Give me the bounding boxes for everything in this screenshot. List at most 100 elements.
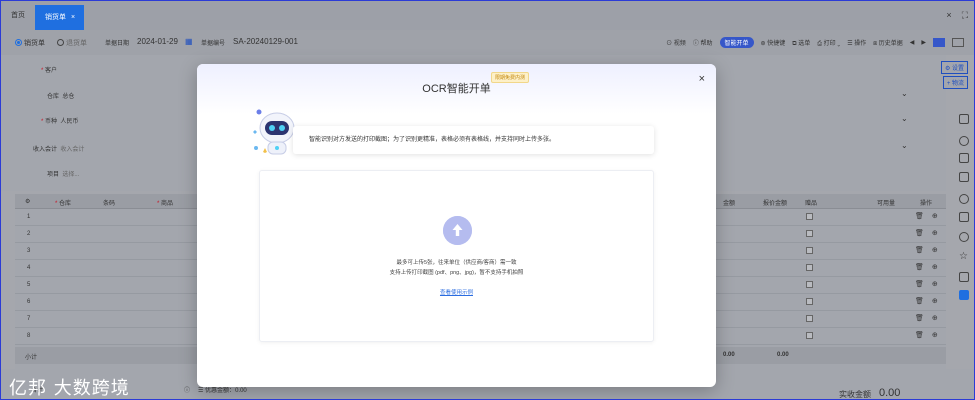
row-actions[interactable]: 🗑 ⊕ (915, 246, 941, 254)
warehouse-chevron-icon[interactable]: ⌄ (901, 89, 908, 98)
row-number: 7 (27, 316, 31, 322)
gift-checkbox[interactable] (806, 332, 813, 339)
row-actions[interactable]: 🗑 ⊕ (915, 263, 941, 271)
row-number: 4 (27, 265, 31, 271)
upload-dropzone[interactable]: 最多可上传5张，往来单位（供应商/客商）需一致 支持上传打印截图 (pdf、pn… (259, 170, 654, 342)
gift-checkbox[interactable] (806, 230, 813, 237)
warehouse-label: 仓库 (47, 94, 60, 100)
currency-label: 币种 (45, 119, 58, 125)
account-field[interactable]: 收入会计 收入会计 (33, 144, 84, 153)
scan-icon[interactable] (959, 290, 969, 300)
gift-checkbox[interactable] (806, 315, 813, 322)
gift-checkbox[interactable] (806, 264, 813, 271)
star-icon[interactable]: ☆ (959, 252, 969, 262)
operation-label: 操作 (854, 41, 867, 47)
row-actions[interactable]: 🗑 ⊕ (915, 229, 941, 237)
currency-chevron-icon[interactable]: ⌄ (901, 114, 908, 123)
select-order-button[interactable]: ⧉ 选单 (792, 38, 810, 48)
shortcut-button[interactable]: ⊛ 快捷键 (761, 38, 786, 47)
tab-home[interactable]: 首页 (1, 1, 35, 30)
paid-label: 实收金额 (839, 390, 871, 399)
table-icon[interactable] (959, 212, 969, 222)
modal-close-icon[interactable]: × (699, 73, 705, 85)
help-button[interactable]: ⓘ 帮助 (693, 38, 713, 47)
upload-hint-1: 最多可上传5张，往来单位（供应商/客商）需一致 (396, 260, 517, 266)
print-button[interactable]: ⎙ 打印 ⌄ (817, 38, 840, 48)
gift-checkbox[interactable] (806, 281, 813, 288)
ocr-tip-banner: 智能识别对方发送的打印截图；为了识别更精准，表格必须有表格线，并支持同时上传多张… (293, 126, 654, 154)
row-actions[interactable]: 🗑 ⊕ (915, 314, 941, 322)
radio-return-order[interactable]: 退货单 (57, 38, 87, 48)
order-no-value: SA-20240129-001 (233, 37, 298, 46)
beta-badge: 限期免费内测 (491, 72, 530, 83)
link-icon[interactable] (959, 232, 969, 242)
header-warehouse: * 仓库 (55, 201, 72, 207)
header-settings-icon[interactable]: ⚙ (25, 198, 30, 205)
history-label: 历史单据 (878, 40, 903, 47)
header-available: 可用量 (877, 201, 896, 207)
window-expand-button[interactable]: ⛶ (962, 10, 968, 21)
doc-icon[interactable] (959, 114, 969, 124)
project-placeholder: 选择... (62, 172, 80, 178)
video-button[interactable]: ⊙ 视频 (666, 38, 686, 47)
tab-sales-order-label: 销货单 (45, 14, 66, 21)
copy-icon[interactable] (959, 172, 969, 182)
radio-off-icon (57, 39, 64, 46)
row-actions[interactable]: 🗑 ⊕ (915, 280, 941, 288)
layout-toggle-b[interactable] (952, 38, 964, 47)
currency-field[interactable]: * 币种 人民币 (41, 116, 78, 125)
help-label: 帮助 (700, 41, 713, 47)
tab-sales-order[interactable]: 销货单 × (35, 5, 84, 30)
operation-button[interactable]: ☰ 操作 (847, 38, 866, 47)
row-actions[interactable]: 🗑 ⊕ (915, 331, 941, 339)
layout-toggle-a[interactable] (933, 38, 945, 47)
order-toolbar: 销货单 退货单 单据日期 2024-01-29 ▦ 单据编号 SA-202401… (1, 30, 974, 55)
next-arrow-icon[interactable]: ▶ (921, 39, 926, 46)
discount-value: 0.00 (235, 388, 247, 394)
window-close-button[interactable]: × (946, 10, 951, 21)
shortcut-label: 快捷键 (767, 41, 786, 47)
gift-checkbox[interactable] (806, 298, 813, 305)
gift-checkbox[interactable] (806, 213, 813, 220)
currency-value: 人民币 (60, 119, 79, 125)
smart-order-button[interactable]: 智能开单 (719, 37, 754, 48)
radio-return-label: 退货单 (66, 40, 87, 47)
calendar-icon[interactable]: ▦ (185, 37, 193, 46)
account-chevron-icon[interactable]: ⌄ (901, 141, 908, 150)
subtotal-quote: 0.00 (777, 352, 789, 358)
customer-field[interactable]: * 客户 (41, 65, 57, 74)
paid-value: 0.00 (879, 387, 901, 399)
date-label: 单据日期 (105, 41, 130, 47)
calendar-icon[interactable] (959, 153, 969, 163)
project-label: 项目 (47, 172, 60, 178)
upload-icon[interactable] (443, 216, 472, 245)
customer-label: 客户 (45, 68, 58, 74)
row-actions[interactable]: 🗑 ⊕ (915, 297, 941, 305)
account-label: 收入会计 (33, 147, 58, 153)
shield-icon[interactable] (959, 136, 969, 146)
watermark-logo: 亿邦 大数跨境 (9, 378, 130, 399)
radio-on-icon (15, 39, 22, 46)
history-button[interactable]: ⧈ 历史单据 (873, 38, 903, 48)
prev-arrow-icon[interactable]: ◀ (910, 39, 915, 46)
tab-close-icon[interactable]: × (71, 14, 75, 21)
row-actions[interactable]: 🗑 ⊕ (915, 212, 941, 220)
question-icon[interactable] (959, 194, 969, 204)
row-number: 2 (27, 231, 31, 237)
row-number: 1 (27, 214, 31, 220)
header-gift: 赠品 (805, 201, 818, 207)
help-circle-icon[interactable]: ⓘ (184, 385, 190, 394)
date-value[interactable]: 2024-01-29 (137, 37, 178, 46)
video-label: 视频 (673, 41, 686, 47)
project-field[interactable]: 项目 选择... (47, 169, 79, 178)
modal-title: OCR智能开单 (422, 83, 491, 95)
header-quote-amount: 报价金额 (763, 201, 788, 207)
example-link[interactable]: 查看使用示例 (260, 288, 653, 296)
warehouse-field[interactable]: 仓库 总仓 (47, 91, 74, 100)
settings-button[interactable]: ⚙ 设置 (940, 61, 968, 74)
gift-checkbox[interactable] (806, 247, 813, 254)
car-icon[interactable] (959, 272, 969, 282)
radio-sales-order[interactable]: 销货单 (15, 38, 45, 48)
logistics-button[interactable]: + 物流 (942, 76, 968, 89)
upload-hint-2: 支持上传打印截图 (pdf、png、jpg)，暂不支持手机拍照 (389, 270, 524, 276)
